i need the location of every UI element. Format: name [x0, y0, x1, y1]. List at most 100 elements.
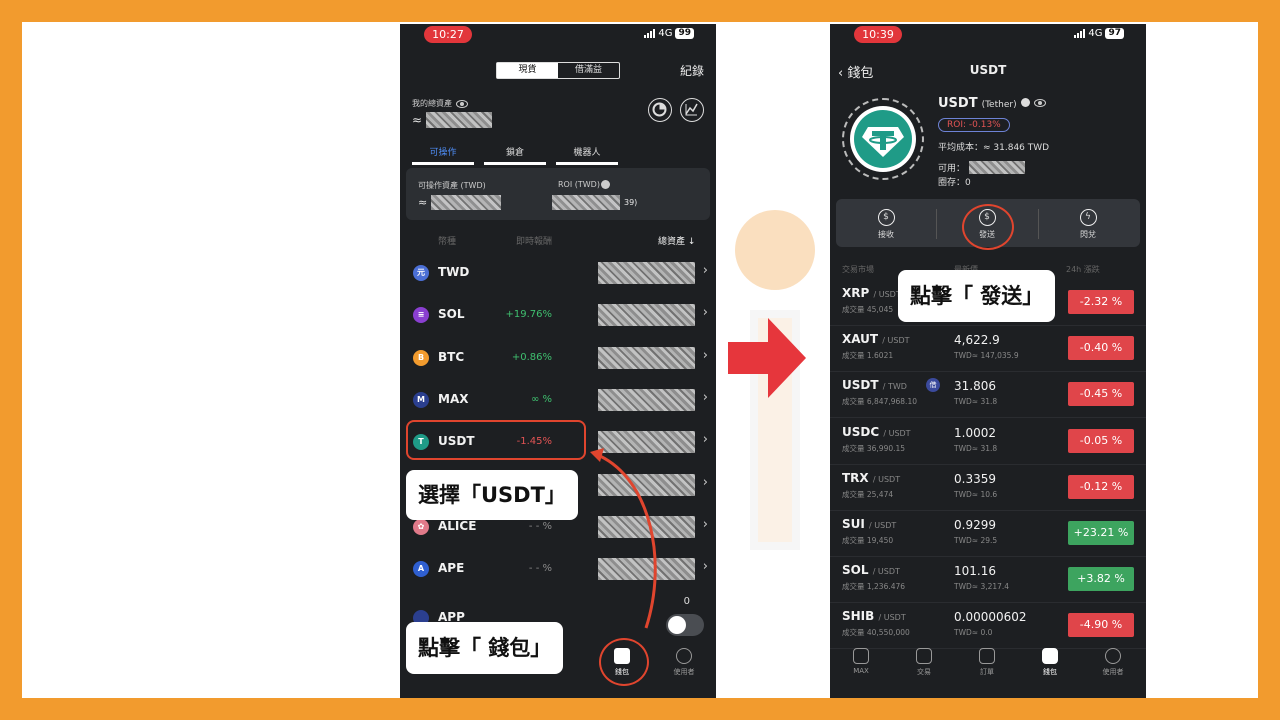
- market-volume: 成交量 45,045: [842, 305, 894, 314]
- nav-max[interactable]: MAX: [836, 648, 886, 675]
- base-symbol: SOL: [842, 563, 869, 578]
- change-badge[interactable]: -2.32 %: [1068, 290, 1134, 314]
- market-row[interactable]: SOL / USDT 成交量 1,236.476 101.16 TWD≈ 3,217.…: [830, 557, 1146, 604]
- nav-wallet[interactable]: 錢包: [1025, 648, 1075, 677]
- signal-icon: [644, 29, 656, 38]
- total-assets-label: 我的總資產: [412, 99, 452, 108]
- phone-screenshot-usdt-detail: 10:39 4G 97 ‹ 錢包 USDT USDT (Tether) ROI:…: [830, 24, 1146, 698]
- coin-icon: ≡: [413, 307, 429, 324]
- right-arrow-icon: [728, 318, 806, 398]
- chevron-right-icon: ›: [702, 516, 708, 532]
- coin-change: ∞ %: [530, 393, 552, 405]
- tab-locked[interactable]: 鎖倉: [484, 145, 546, 165]
- change-badge[interactable]: -0.12 %: [1068, 474, 1134, 499]
- average-cost: 平均成本：≈ 31.846 TWD: [938, 143, 1050, 153]
- line-chart-icon[interactable]: [680, 98, 704, 122]
- market-volume: 成交量 19,450: [842, 536, 894, 545]
- status-bar: 10:27 4G 99: [400, 24, 716, 46]
- coin-name: USDT: [938, 96, 978, 111]
- roi-badge: ROI: -0.13%: [938, 118, 1010, 132]
- list-item[interactable]: B BTC +0.86% ›: [400, 337, 716, 379]
- status-bar: 10:39 4G 97: [830, 24, 1146, 46]
- coin-name: MAX: [438, 391, 469, 406]
- market-volume: 成交量 1.6021: [842, 351, 894, 361]
- coin-fullname: (Tether): [981, 100, 1017, 110]
- max-icon: [853, 648, 869, 664]
- swap-button[interactable]: ϟ 閃兌: [1058, 209, 1118, 240]
- battery-icon: 97: [1105, 28, 1124, 39]
- market-price: 0.00000602: [954, 610, 1027, 625]
- eye-icon[interactable]: [456, 99, 468, 108]
- tab-bot[interactable]: 機器人: [556, 145, 618, 165]
- help-icon[interactable]: [601, 180, 610, 189]
- frozen-label: 圈存：0: [938, 178, 971, 188]
- status-time: 10:27: [424, 26, 472, 43]
- list-item[interactable]: A APE - - % ›: [400, 548, 716, 590]
- market-pair: USDC / USDT: [842, 425, 911, 439]
- balance-redacted: [598, 388, 695, 411]
- partial-balance: 0: [683, 596, 690, 607]
- change-badge[interactable]: +3.82 %: [1068, 567, 1134, 592]
- market-row[interactable]: TRX / USDT 成交量 25,474 0.3359 TWD≈ 10.6 -0.12…: [830, 465, 1146, 511]
- market-pair: USDT / TWD: [842, 378, 907, 392]
- network-label: 4G: [658, 28, 673, 39]
- phone-screenshot-wallet: 10:27 4G 99 現貨 借滿益 紀錄 我的總資產 ≈ 可操作 鎖倉 機器人…: [400, 24, 716, 698]
- nav-trade[interactable]: 交易: [899, 648, 949, 677]
- change-badge[interactable]: -0.40 %: [1068, 336, 1134, 361]
- hide-small-balance-toggle[interactable]: [666, 614, 704, 636]
- pie-chart-icon[interactable]: [648, 98, 672, 122]
- market-twd-price: TWD≈ 147,035.9: [954, 351, 1019, 361]
- nav-orders[interactable]: 訂單: [962, 648, 1012, 677]
- base-symbol: SHIB: [842, 609, 875, 624]
- chevron-right-icon: ›: [702, 474, 708, 490]
- send-highlight-circle: [962, 204, 1014, 250]
- change-badge[interactable]: -0.05 %: [1068, 428, 1134, 453]
- market-twd-price: TWD≈ 10.6: [954, 489, 998, 499]
- usdt-logo: [842, 98, 924, 180]
- roi-suffix: 39): [624, 198, 638, 207]
- balance-redacted: [598, 431, 695, 454]
- market-row[interactable]: SHIB / USDT 成交量 40,550,000 0.00000602 TWD≈ …: [830, 603, 1146, 650]
- coin-icon: 元: [413, 265, 429, 281]
- market-price: 1.0002: [954, 425, 996, 440]
- base-symbol: USDC: [842, 424, 880, 439]
- list-item[interactable]: 元 TWD ›: [400, 252, 716, 294]
- coin-change: +0.86%: [511, 351, 552, 363]
- nav-user[interactable]: 使用者: [1088, 648, 1138, 677]
- receive-icon: $: [877, 209, 895, 226]
- quote-symbol: / USDT: [869, 521, 897, 530]
- record-link[interactable]: 紀錄: [680, 62, 704, 79]
- receive-button[interactable]: $ 接收: [856, 209, 916, 240]
- market-volume: 成交量 6,847,968.10: [842, 397, 917, 407]
- callout-click-wallet: 點擊「 錢包」: [406, 622, 564, 674]
- col-total[interactable]: 總資產 ↓: [658, 234, 695, 247]
- change-badge[interactable]: -4.90 %: [1068, 613, 1134, 638]
- market-row[interactable]: USDT / TWD 借成交量 6,847,968.10 31.806 TWD≈ 31…: [830, 372, 1146, 419]
- market-row[interactable]: USDC / USDT 成交量 36,990.15 1.0002 TWD≈ 31.8 -…: [830, 419, 1146, 465]
- market-volume: 成交量 25,474: [842, 489, 894, 499]
- market-row[interactable]: XAUT / USDT 成交量 1.6021 4,622.9 TWD≈ 147,035…: [830, 326, 1146, 373]
- market-price: 101.16: [954, 564, 996, 579]
- change-badge[interactable]: +23.21 %: [1068, 521, 1134, 545]
- lightning-icon: ϟ: [1079, 209, 1097, 226]
- page-title: USDT: [969, 63, 1007, 77]
- change-badge[interactable]: -0.45 %: [1068, 382, 1134, 407]
- eye-icon[interactable]: [1033, 99, 1046, 107]
- coin-change: - - %: [528, 563, 552, 575]
- market-pair: SUI / USDT: [842, 517, 896, 531]
- col-currency[interactable]: 幣種: [438, 234, 456, 247]
- tab-operable[interactable]: 可操作: [412, 145, 474, 165]
- list-item[interactable]: ≡ SOL +19.76% ›: [400, 294, 716, 336]
- market-pair: SHIB / USDT: [842, 609, 906, 623]
- tab-lending[interactable]: 借滿益: [558, 63, 619, 78]
- coin-name: TWD: [438, 265, 470, 279]
- help-icon[interactable]: [1020, 98, 1030, 107]
- col-change[interactable]: 即時報酬: [516, 234, 552, 247]
- battery-icon: 99: [675, 28, 694, 39]
- tab-spot[interactable]: 現貨: [497, 63, 558, 78]
- wallet-highlight-circle: [599, 638, 649, 686]
- market-row[interactable]: SUI / USDT 成交量 19,450 0.9299 TWD≈ 29.5 +23.2…: [830, 511, 1146, 557]
- quote-symbol: / USDT: [872, 567, 900, 577]
- list-item[interactable]: M MAX ∞ % ›: [400, 379, 716, 421]
- nav-user[interactable]: 使用者: [664, 648, 704, 677]
